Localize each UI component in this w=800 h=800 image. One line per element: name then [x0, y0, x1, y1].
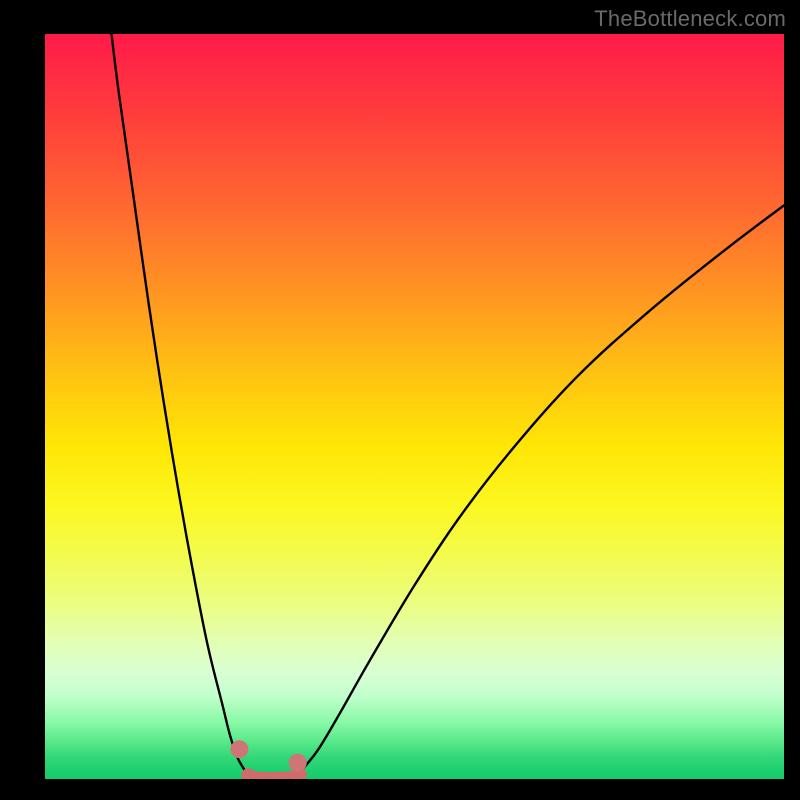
- chart-frame: TheBottleneck.com: [0, 0, 800, 800]
- watermark-text: TheBottleneck.com: [594, 6, 786, 32]
- left-branch-curve: [112, 34, 249, 775]
- plot-area: [45, 34, 784, 779]
- curves-svg: [45, 34, 784, 779]
- flat-bottom-marker: [248, 775, 300, 779]
- right-end-dot: [289, 754, 307, 772]
- left-end-dot: [230, 740, 248, 758]
- curve-layer: [112, 34, 784, 779]
- right-branch-curve: [296, 205, 784, 775]
